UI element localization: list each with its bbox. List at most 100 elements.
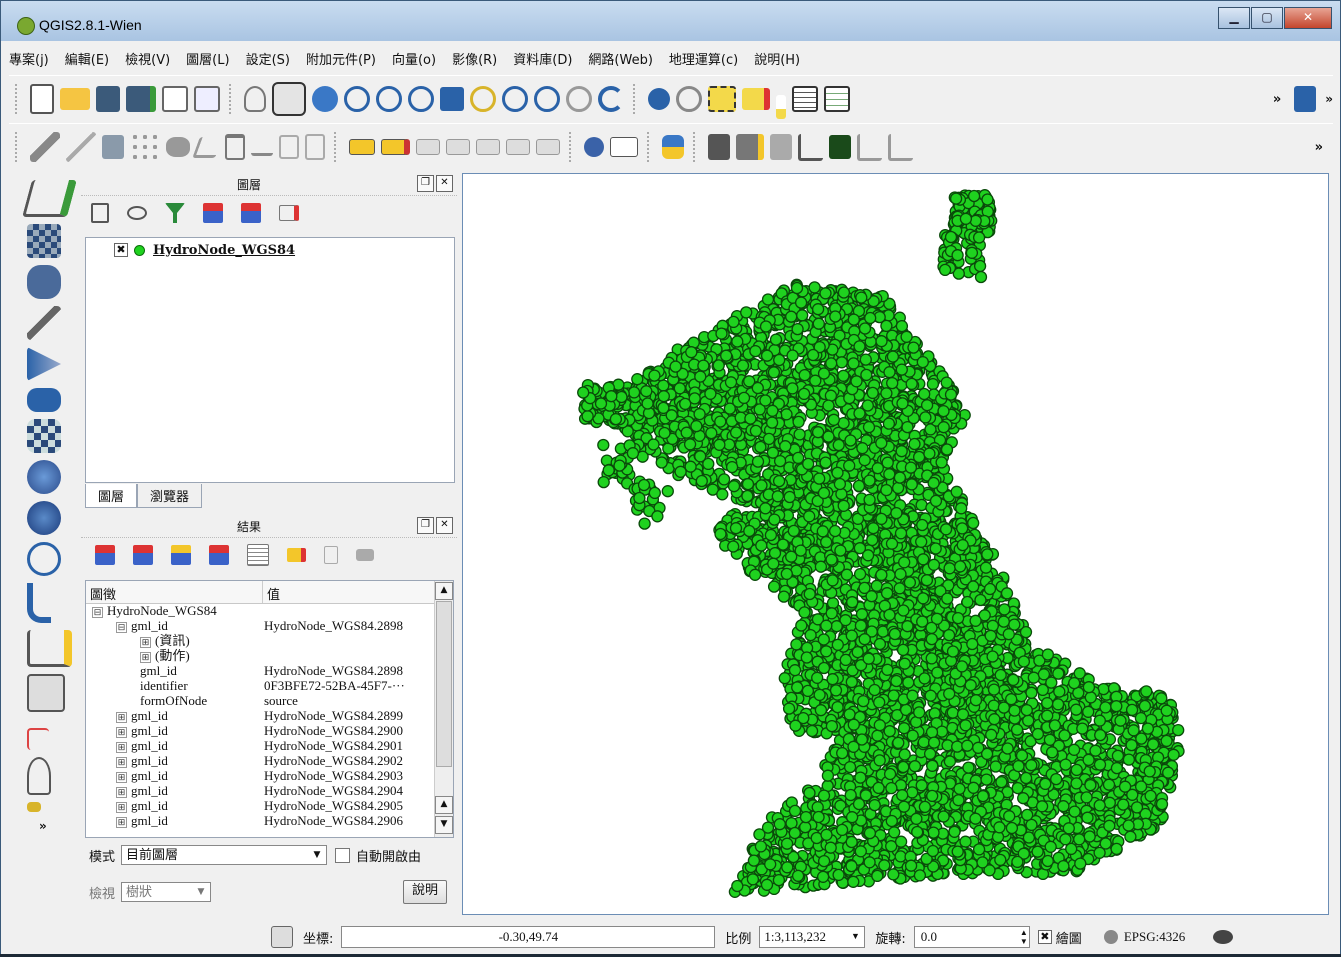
expand-node-icon[interactable]: ⊞ [116,756,127,768]
remove-layer-icon[interactable] [279,205,299,221]
expression-icon[interactable] [776,95,786,119]
expand-node-icon[interactable]: ⊞ [116,801,127,813]
menu-edit[interactable]: 編輯(E) [65,49,109,68]
expand-node-icon[interactable]: ⊞ [140,651,151,663]
zoom-in-icon[interactable] [344,86,370,112]
expand-new-icon[interactable] [171,545,191,565]
copy-feature-icon[interactable] [324,546,338,564]
zoom-native-icon[interactable] [408,86,434,112]
csw-client-icon[interactable] [610,137,638,157]
pan-icon[interactable] [272,82,306,116]
expand-icon[interactable] [95,545,115,565]
add-feature-icon[interactable] [130,132,160,162]
composer-manager-icon[interactable] [194,86,220,112]
zoom-full-icon[interactable] [440,87,464,111]
result-row[interactable]: ⊟ HydroNode_WGS84 [86,604,453,619]
scroll-up-icon[interactable]: ▲ [435,582,453,600]
select-feature-icon[interactable] [27,757,51,795]
attribute-table-icon[interactable] [792,86,818,112]
toolbar-overflow-button[interactable]: » [1273,92,1281,107]
refresh-icon[interactable] [598,86,624,112]
toolbar-grip[interactable] [15,84,21,114]
menu-database[interactable]: 資料庫(D) [513,49,572,68]
expand-node-icon[interactable]: ⊞ [116,771,127,783]
label-properties-icon[interactable] [536,139,560,155]
menu-raster[interactable]: 影像(R) [452,49,497,68]
view-select[interactable]: 樹狀 ▼ [121,882,212,902]
expand-toolbar-icon[interactable]: » [39,819,75,833]
collapse-node-icon[interactable]: ⊟ [116,621,127,633]
select-icon[interactable] [708,86,736,112]
collapse-all-icon[interactable] [241,203,261,223]
statistics-icon[interactable] [824,86,850,112]
expand-node-icon[interactable]: ⊞ [140,636,151,648]
manage-visibility-icon[interactable] [127,206,147,220]
add-db2-layer-icon[interactable] [27,419,61,453]
map-view[interactable] [463,174,1328,914]
add-vector-layer-icon[interactable] [22,180,77,217]
result-row[interactable]: ⊞ gml_id HydroNode_WGS84.2901 [86,739,453,754]
new-spatialite-layer-icon[interactable] [708,134,730,160]
toolbar-grip[interactable] [15,132,21,162]
maximize-button[interactable]: ▢ [1251,7,1283,29]
add-group-icon[interactable] [91,203,109,223]
copy-features-icon[interactable] [279,135,299,159]
expand-node-icon[interactable]: ⊞ [116,741,127,753]
toolbar-overflow-button[interactable]: » [1315,140,1323,155]
zoom-to-selection-icon[interactable] [470,86,496,112]
zoom-out-icon[interactable] [376,86,402,112]
add-wms-layer-icon[interactable] [27,460,61,494]
add-postgis-layer-icon[interactable] [27,265,61,299]
tab-layers[interactable]: 圖層 [85,484,138,508]
toolbar-grip[interactable] [693,132,699,162]
float-panel-icon[interactable]: ❐ [417,175,434,192]
highlight-features-icon[interactable] [287,548,306,562]
menu-project[interactable]: 專案(j) [9,49,49,68]
add-raster-layer-icon[interactable] [27,224,61,258]
new-project-icon[interactable] [30,84,54,114]
action-icon[interactable] [676,86,702,112]
expand-node-icon[interactable]: ⊞ [116,726,127,738]
auto-open-checkbox[interactable] [335,847,351,863]
close-panel-icon[interactable]: ✕ [436,175,453,192]
identify-icon[interactable] [648,88,670,110]
result-row[interactable]: ⊞ gml_id HydroNode_WGS84.2904 [86,784,453,799]
column-feature[interactable]: 圖徵 [86,581,263,603]
change-label-icon[interactable] [506,139,530,155]
menu-processing[interactable]: 地理運算(c) [669,49,738,68]
move-feature-icon[interactable] [166,137,190,157]
mode-select[interactable]: 目前圖層 ▼ [121,845,328,865]
current-edits-icon[interactable] [30,132,60,162]
menu-web[interactable]: 網路(Web) [588,49,653,68]
result-row[interactable]: ⊞ gml_id HydroNode_WGS84.2906 [86,814,453,829]
layer-item-hydronode[interactable]: ✖ HydroNode_WGS84 [96,240,452,260]
menu-help[interactable]: 說明(H) [754,49,800,68]
open-project-icon[interactable] [60,88,90,110]
float-panel-icon[interactable]: ❐ [417,517,434,534]
show-hide-labels-icon[interactable] [416,139,440,155]
filter-legend-icon[interactable] [165,203,185,223]
scroll-down-icon[interactable]: ▼ [435,816,453,834]
menu-plugins[interactable]: 附加元件(P) [306,49,376,68]
result-row[interactable]: ⊟ gml_id HydroNode_WGS84.2898 [86,619,453,634]
new-virtual-layer-icon[interactable] [770,134,792,160]
expand-node-icon[interactable]: ⊞ [116,711,127,723]
result-row[interactable]: ⊞ (動作) [86,649,453,664]
add-delimited-text-layer-icon[interactable] [27,583,51,623]
toggle-editing-icon[interactable] [66,132,96,162]
expand-node-icon[interactable]: ⊞ [116,786,127,798]
zoom-to-layer-icon[interactable] [502,86,528,112]
pan-to-selection-icon[interactable] [312,86,338,112]
add-wfs-layer-icon[interactable] [27,542,61,576]
add-wcs-layer-icon[interactable] [27,501,61,535]
result-row[interactable]: ⊞ gml_id HydroNode_WGS84.2903 [86,769,453,784]
close-panel-icon[interactable]: ✕ [436,517,453,534]
menu-settings[interactable]: 設定(S) [246,49,290,68]
scroll-thumb[interactable] [436,601,452,767]
move-feature-tool-icon[interactable] [27,802,41,812]
minimize-button[interactable]: ▁ [1218,7,1250,29]
result-row[interactable]: ⊞ gml_id HydroNode_WGS84.2899 [86,709,453,724]
new-spatialite-layer-alt-icon[interactable] [736,134,764,160]
close-button[interactable]: ✕ [1284,7,1332,29]
expand-node-icon[interactable]: ⊞ [116,816,127,828]
